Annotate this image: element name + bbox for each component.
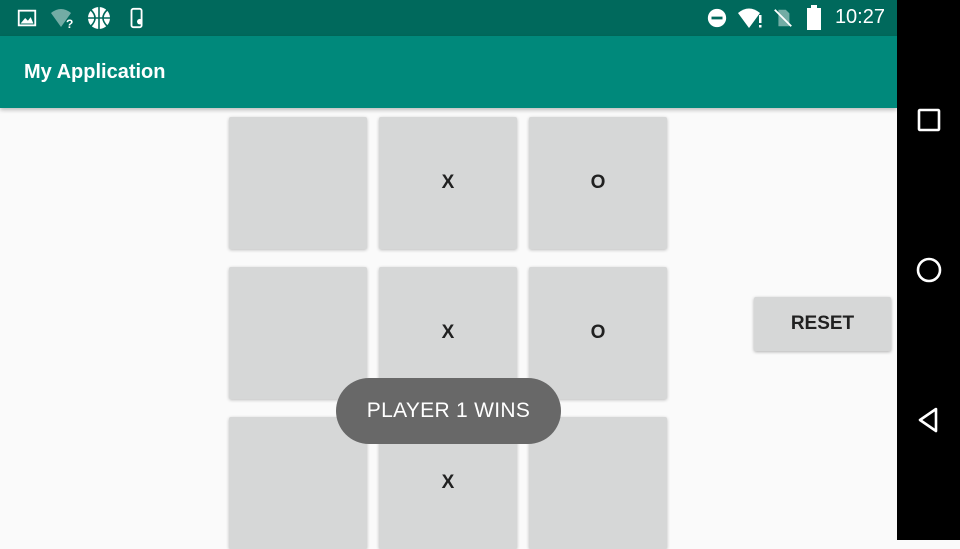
board-cell-3[interactable]: O (529, 117, 667, 249)
basketball-icon (88, 7, 110, 29)
wifi-question-icon: ? (51, 9, 73, 29)
app-title: My Application (24, 61, 166, 83)
navigation-bar (897, 0, 960, 540)
recents-icon[interactable] (913, 104, 945, 136)
no-sim-icon (774, 9, 792, 27)
do-not-disturb-icon (707, 8, 727, 28)
app-bar: My Application (0, 36, 897, 108)
board-cell-7[interactable] (229, 417, 367, 549)
board-cell-1[interactable] (229, 117, 367, 249)
board-cell-9[interactable] (529, 417, 667, 549)
back-icon[interactable] (913, 404, 945, 436)
toast-message: PLAYER 1 WINS (336, 378, 561, 444)
home-icon[interactable] (913, 254, 945, 286)
reset-button[interactable]: RESET (754, 297, 891, 351)
phone-icon (130, 7, 143, 29)
battery-icon (807, 5, 821, 30)
main-content: X O X O X RESET (0, 108, 897, 549)
status-bar: ? 10:27 (0, 0, 897, 36)
wifi-alert-icon (738, 8, 762, 28)
clock: 10:27 (834, 6, 885, 28)
image-icon (17, 9, 37, 27)
board-cell-4[interactable] (229, 267, 367, 399)
board-cell-2[interactable]: X (379, 117, 517, 249)
svg-text:?: ? (66, 17, 73, 29)
board-cell-6[interactable]: O (529, 267, 667, 399)
